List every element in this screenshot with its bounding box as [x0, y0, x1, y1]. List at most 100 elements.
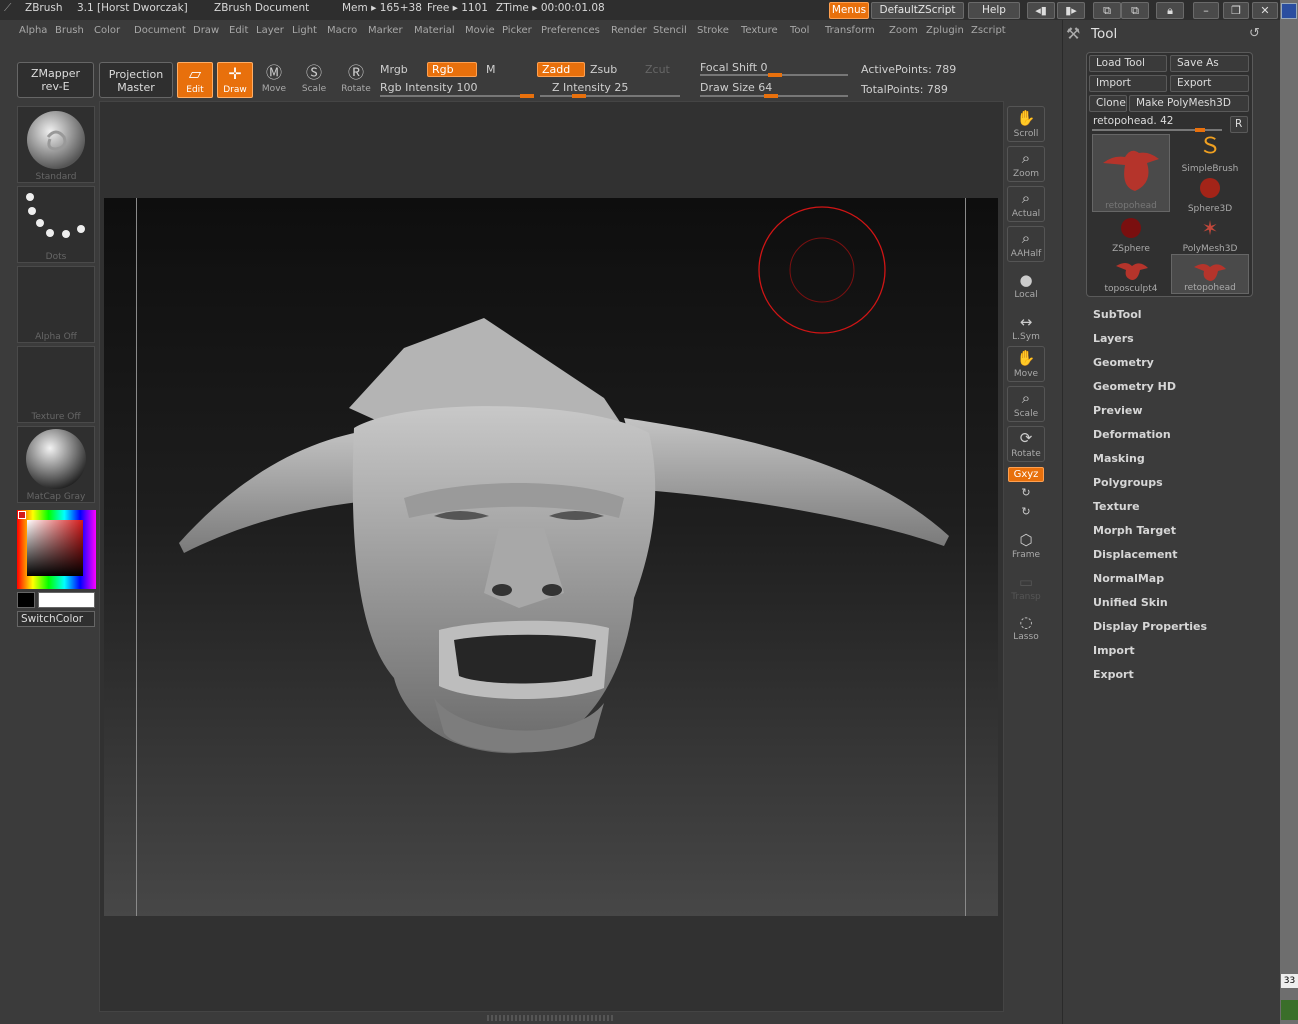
aahalf-button[interactable]: ⌕ AAHalf	[1007, 226, 1045, 262]
tool-thumb-polymesh3d[interactable]: ✶ PolyMesh3D	[1171, 214, 1249, 254]
menu-zoom[interactable]: Zoom	[889, 25, 918, 36]
rotate-view-button[interactable]: ⟳ Rotate	[1007, 426, 1045, 462]
menu-render[interactable]: Render	[611, 25, 647, 36]
zadd-button[interactable]: Zadd	[537, 62, 585, 77]
section-texture[interactable]: Texture	[1093, 500, 1140, 513]
z-intensity-label[interactable]: Z Intensity 25	[552, 81, 628, 94]
menu-brush[interactable]: Brush	[55, 25, 84, 36]
section-unified-skin[interactable]: Unified Skin	[1093, 596, 1168, 609]
current-tool-name[interactable]: retopohead. 42	[1093, 115, 1173, 127]
section-normalmap[interactable]: NormalMap	[1093, 572, 1164, 585]
layout-next-icon[interactable]: ▮▸	[1057, 2, 1085, 19]
menu-marker[interactable]: Marker	[368, 25, 403, 36]
tool-thumb-toposculpt4[interactable]: toposculpt4	[1092, 254, 1170, 294]
help-button[interactable]: Help	[968, 2, 1020, 19]
menu-light[interactable]: Light	[292, 25, 317, 36]
window-tile-icon[interactable]: ⧉	[1121, 2, 1149, 19]
scale-view-button[interactable]: ⌕ Scale	[1007, 386, 1045, 422]
zsub-button[interactable]: Zsub	[590, 63, 617, 76]
tool-thumb-zsphere[interactable]: ZSphere	[1092, 214, 1170, 254]
menu-macro[interactable]: Macro	[327, 25, 357, 36]
zoom-button[interactable]: ⌕ Zoom	[1007, 146, 1045, 182]
color-picker[interactable]	[17, 510, 96, 589]
default-zscript-button[interactable]: DefaultZScript	[871, 2, 964, 19]
sculpt-model[interactable]	[104, 198, 998, 916]
z-rotation-button[interactable]: ↻	[1007, 505, 1045, 519]
rgb-intensity-knob[interactable]	[520, 94, 534, 98]
section-deformation[interactable]: Deformation	[1093, 428, 1171, 441]
material-slot[interactable]: MatCap Gray	[17, 426, 95, 503]
color-saturation-square[interactable]	[27, 520, 83, 576]
import-button[interactable]: Import	[1089, 75, 1167, 92]
close-icon[interactable]: ✕	[1252, 2, 1278, 19]
scale-button[interactable]: Ⓢ Scale	[296, 62, 332, 98]
menu-preferences[interactable]: Preferences	[541, 25, 600, 36]
focal-shift-knob[interactable]	[768, 73, 782, 77]
rotate-button[interactable]: Ⓡ Rotate	[338, 62, 374, 98]
lsym-button[interactable]: ↔ L.Sym	[1007, 312, 1045, 342]
menu-material[interactable]: Material	[414, 25, 455, 36]
local-button[interactable]: ● Local	[1007, 270, 1045, 300]
menu-color[interactable]: Color	[94, 25, 120, 36]
desktop-app-icon[interactable]	[1281, 3, 1297, 19]
z-intensity-knob[interactable]	[572, 94, 586, 98]
menu-draw[interactable]: Draw	[193, 25, 219, 36]
menu-stencil[interactable]: Stencil	[653, 25, 687, 36]
section-preview[interactable]: Preview	[1093, 404, 1143, 417]
section-polygroups[interactable]: Polygroups	[1093, 476, 1163, 489]
lock-icon[interactable]: 🔒︎	[1156, 2, 1184, 19]
minimize-icon[interactable]: –	[1193, 2, 1219, 19]
tool-thumb-sphere3d[interactable]: Sphere3D	[1171, 174, 1249, 214]
menu-movie[interactable]: Movie	[465, 25, 495, 36]
rgb-intensity-label[interactable]: Rgb Intensity 100	[380, 81, 477, 94]
actual-button[interactable]: ⌕ Actual	[1007, 186, 1045, 222]
section-morph-target[interactable]: Morph Target	[1093, 524, 1176, 537]
section-subtool[interactable]: SubTool	[1093, 308, 1142, 321]
menu-alpha[interactable]: Alpha	[19, 25, 47, 36]
menu-zplugin[interactable]: Zplugin	[926, 25, 964, 36]
tool-thumb-simplebrush[interactable]: Ｓ SimpleBrush	[1171, 134, 1249, 174]
layout-prev-icon[interactable]: ◂▮	[1027, 2, 1055, 19]
secondary-color-swatch[interactable]	[17, 592, 35, 608]
section-geometry-hd[interactable]: Geometry HD	[1093, 380, 1176, 393]
move-view-button[interactable]: ✋ Move	[1007, 346, 1045, 382]
switch-color-button[interactable]: SwitchColor	[17, 611, 95, 627]
tool-thumb-retopohead[interactable]: retopohead	[1092, 134, 1170, 212]
draw-button[interactable]: ✛ Draw	[217, 62, 253, 98]
document-canvas[interactable]	[104, 198, 998, 916]
palette-reset-icon[interactable]: ↺	[1249, 26, 1260, 41]
section-geometry[interactable]: Geometry	[1093, 356, 1154, 369]
section-export[interactable]: Export	[1093, 668, 1134, 681]
z-intensity-slider[interactable]	[540, 95, 680, 97]
zcut-button[interactable]: Zcut	[645, 63, 670, 76]
section-layers[interactable]: Layers	[1093, 332, 1134, 345]
make-polymesh-button[interactable]: Make PolyMesh3D	[1129, 95, 1249, 112]
rgb-intensity-slider[interactable]	[380, 95, 532, 97]
section-masking[interactable]: Masking	[1093, 452, 1145, 465]
bottom-tray-handle[interactable]	[487, 1015, 615, 1021]
mrgb-button[interactable]: Mrgb	[380, 63, 408, 76]
load-tool-button[interactable]: Load Tool	[1089, 55, 1167, 72]
menu-zscript[interactable]: Zscript	[971, 25, 1006, 36]
menu-transform[interactable]: Transform	[825, 25, 875, 36]
taskbar-start-icon[interactable]	[1281, 1000, 1298, 1020]
section-import[interactable]: Import	[1093, 644, 1135, 657]
draw-size-knob[interactable]	[764, 94, 778, 98]
section-display-properties[interactable]: Display Properties	[1093, 620, 1207, 633]
tool-palette-title[interactable]: Tool	[1091, 26, 1117, 42]
projection-master-button[interactable]: Projection Master	[99, 62, 173, 98]
move-button[interactable]: Ⓜ Move	[256, 62, 292, 98]
restore-icon[interactable]: ❐	[1223, 2, 1249, 19]
edit-button[interactable]: ▱ Edit	[177, 62, 213, 98]
stroke-slot[interactable]: Dots	[17, 186, 95, 263]
scroll-button[interactable]: ✋ Scroll	[1007, 106, 1045, 142]
menus-button[interactable]: Menus	[829, 2, 869, 19]
main-color-swatch[interactable]	[38, 592, 95, 608]
transp-button[interactable]: ▭ Transp	[1007, 572, 1045, 602]
menu-layer[interactable]: Layer	[256, 25, 284, 36]
save-as-button[interactable]: Save As	[1170, 55, 1249, 72]
menu-document[interactable]: Document	[134, 25, 186, 36]
menu-stroke[interactable]: Stroke	[697, 25, 729, 36]
m-button[interactable]: M	[486, 63, 496, 76]
menu-edit[interactable]: Edit	[229, 25, 248, 36]
